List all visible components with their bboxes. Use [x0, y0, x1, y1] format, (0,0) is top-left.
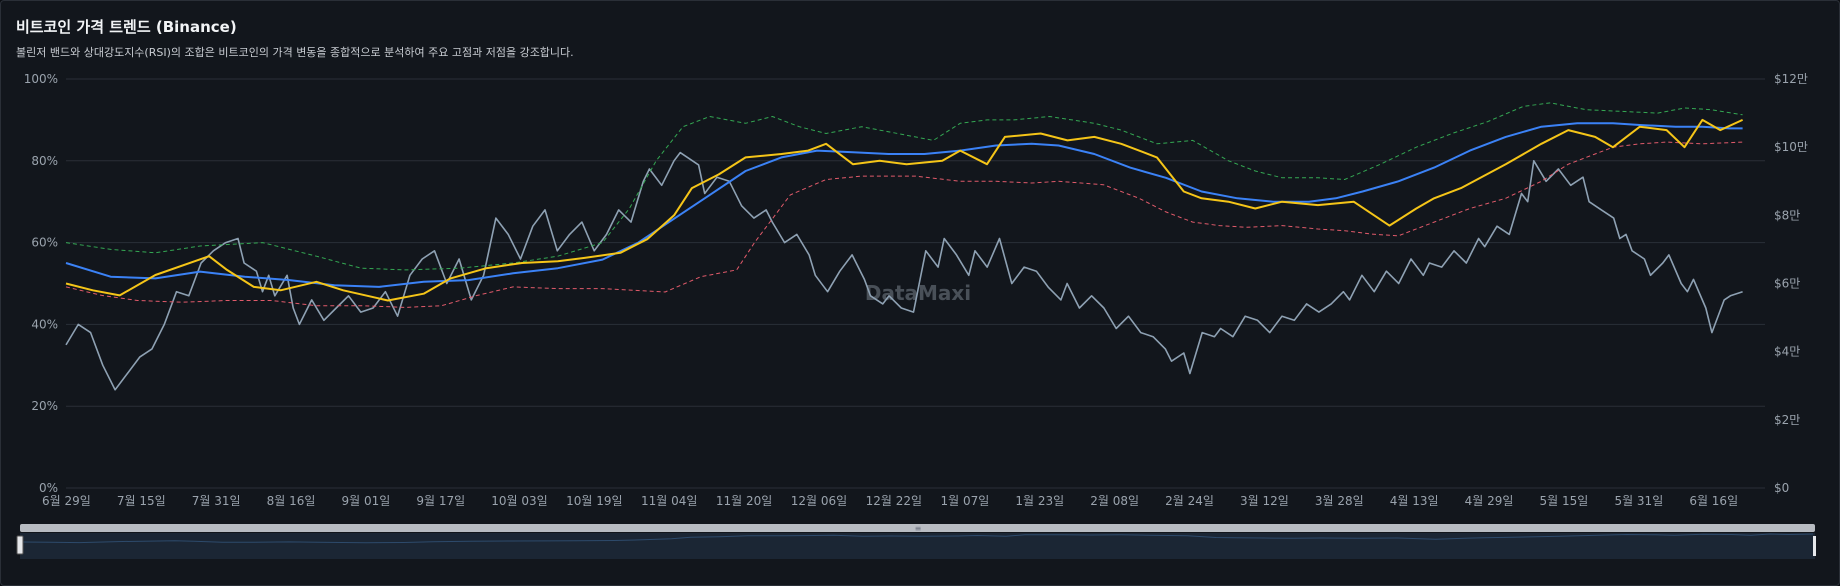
x-axis-ticks: 6월 29일 7월 15일 7월 31일 8월 16일 9월 01일 9월 17일 10월 … — [42, 494, 1738, 508]
x-tick-label: 2월 08일 — [1090, 494, 1139, 508]
left-tick-label: 60% — [31, 236, 58, 250]
x-tick-label: 3월 12일 — [1240, 494, 1289, 508]
right-tick-label: $8만 — [1774, 208, 1800, 222]
x-tick-label: 1월 23일 — [1015, 494, 1064, 508]
x-tick-label: 5월 31일 — [1614, 494, 1663, 508]
x-tick-label: 9월 17일 — [416, 494, 465, 508]
x-tick-label: 7월 31일 — [192, 494, 241, 508]
grip-icon[interactable]: ≡ — [915, 524, 922, 533]
left-tick-label: 40% — [31, 317, 58, 331]
x-tick-label: 6월 16일 — [1689, 494, 1738, 508]
x-tick-label: 6월 29일 — [42, 494, 91, 508]
navigator-left-handle[interactable] — [16, 535, 24, 555]
right-tick-label: $4만 — [1774, 345, 1800, 359]
price-line — [65, 118, 1744, 302]
range-navigator[interactable]: ≡ — [16, 524, 1816, 559]
x-tick-label: 4월 13일 — [1390, 494, 1439, 508]
upper-band-line — [65, 102, 1743, 271]
x-tick-label: 9월 01일 — [342, 494, 391, 508]
left-tick-label: 0% — [39, 481, 58, 495]
x-tick-label: 2월 24일 — [1165, 494, 1214, 508]
rsi-line — [65, 151, 1743, 391]
x-tick-label: 8월 16일 — [267, 494, 316, 508]
x-tick-label: 10월 03일 — [491, 494, 547, 508]
left-tick-label: 80% — [31, 154, 58, 168]
right-tick-label: $0 — [1774, 481, 1789, 495]
x-tick-label: 7월 15일 — [117, 494, 166, 508]
x-tick-label: 4월 29일 — [1465, 494, 1514, 508]
x-tick-label: 12월 22일 — [866, 494, 922, 508]
right-tick-label: $2만 — [1774, 413, 1800, 427]
x-tick-label: 12월 06일 — [791, 494, 847, 508]
x-tick-label: 11월 20일 — [716, 494, 772, 508]
right-axis-ticks: $0 $2만 $4만 $6만 $8만 $10만 $12만 — [1774, 72, 1808, 495]
sma-line — [65, 122, 1743, 288]
price-chart[interactable]: DataMaxi 0%20%40%60%80%100% $0$2만$4만$6만$… — [0, 0, 1840, 586]
right-tick-label: $10만 — [1774, 140, 1808, 154]
left-tick-label: 20% — [31, 399, 58, 413]
x-tick-label: 10월 19일 — [566, 494, 622, 508]
x-tick-label: 11월 04일 — [641, 494, 697, 508]
right-tick-label: $6만 — [1774, 277, 1800, 291]
left-tick-label: 100% — [24, 72, 58, 86]
series-layer — [65, 102, 1744, 391]
x-tick-label: 5월 15일 — [1540, 494, 1589, 508]
right-tick-label: $12만 — [1774, 72, 1808, 86]
left-axis-ticks: 0% 20% 40% 60% 80% 100% — [24, 72, 58, 495]
x-tick-label: 3월 28일 — [1315, 494, 1364, 508]
navigator-right-handle[interactable] — [1813, 536, 1816, 556]
x-tick-label: 1월 07일 — [941, 494, 990, 508]
